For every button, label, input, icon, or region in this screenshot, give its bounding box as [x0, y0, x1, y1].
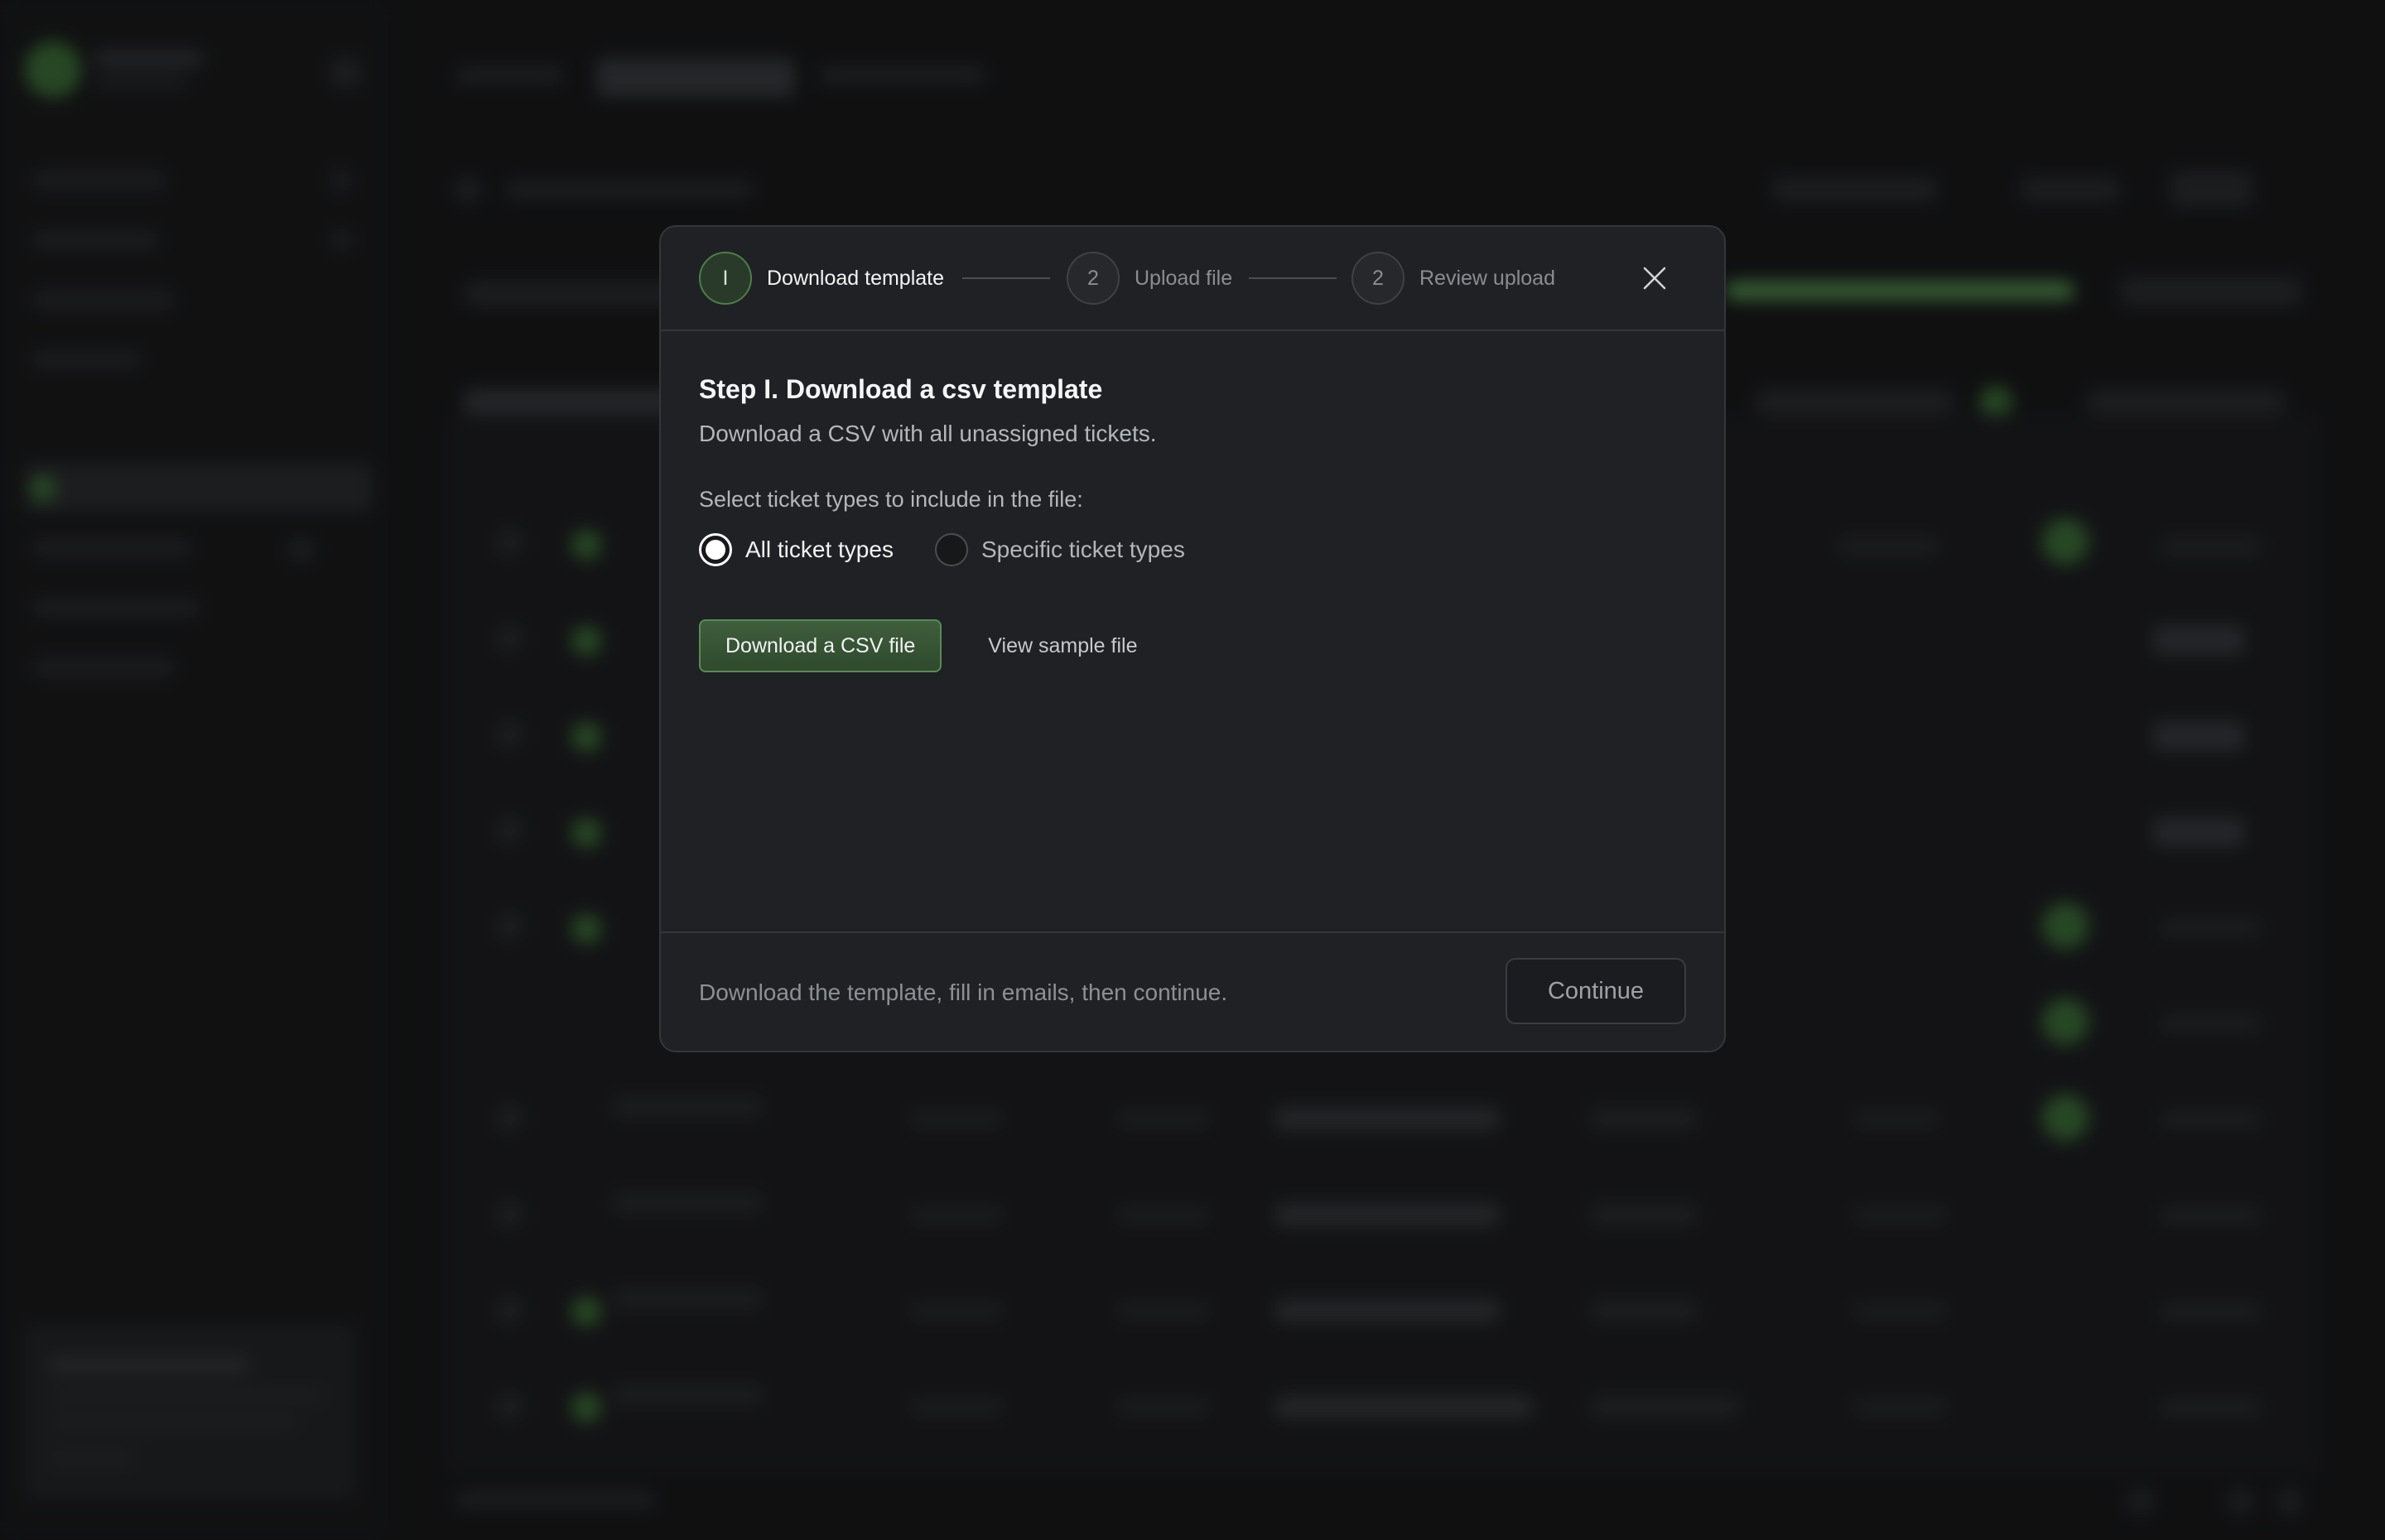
step-connector [962, 277, 1050, 279]
step-label: Review upload [1419, 266, 1555, 290]
step-review-upload: 2 Review upload [1352, 252, 1555, 305]
continue-button[interactable]: Continue [1506, 958, 1686, 1024]
download-actions: Download a CSV file View sample file [699, 619, 1137, 672]
modal-footer: Download the template, fill in emails, t… [661, 931, 1724, 1051]
download-csv-button[interactable]: Download a CSV file [699, 619, 942, 672]
step-connector [1249, 277, 1337, 279]
step-upload-file: 2 Upload file [1067, 252, 1232, 305]
step-number: 2 [1352, 252, 1404, 305]
radio-selected-indicator[interactable] [699, 533, 732, 566]
radio-label: Specific ticket types [980, 537, 1185, 562]
step-download-template: I Download template [699, 252, 944, 305]
close-icon [1643, 267, 1666, 290]
close-button[interactable] [1636, 260, 1673, 296]
radio-all-ticket-types[interactable]: All ticket types [699, 533, 894, 566]
modal-header: I Download template 2 Upload file 2 Revi… [661, 227, 1724, 331]
step-number: 2 [1067, 252, 1120, 305]
step-description: Download a CSV with all unassigned ticke… [699, 421, 1157, 446]
radio-specific-ticket-types[interactable]: Specific ticket types [934, 533, 1185, 566]
ticket-type-radio-group: All ticket types Specific ticket types [699, 533, 1226, 566]
step-label: Upload file [1135, 266, 1233, 290]
radio-label: All ticket types [745, 537, 894, 562]
ticket-types-label: Select ticket types to include in the fi… [699, 487, 1083, 512]
step-number: I [699, 252, 752, 305]
radio-unselected-indicator[interactable] [934, 533, 968, 566]
view-sample-file-link[interactable]: View sample file [988, 634, 1137, 658]
footer-hint: Download the template, fill in emails, t… [699, 979, 1228, 1005]
step-label: Download template [767, 266, 945, 290]
import-modal: I Download template 2 Upload file 2 Revi… [659, 225, 1726, 1052]
step-title: Step I. Download a csv template [699, 374, 1103, 404]
